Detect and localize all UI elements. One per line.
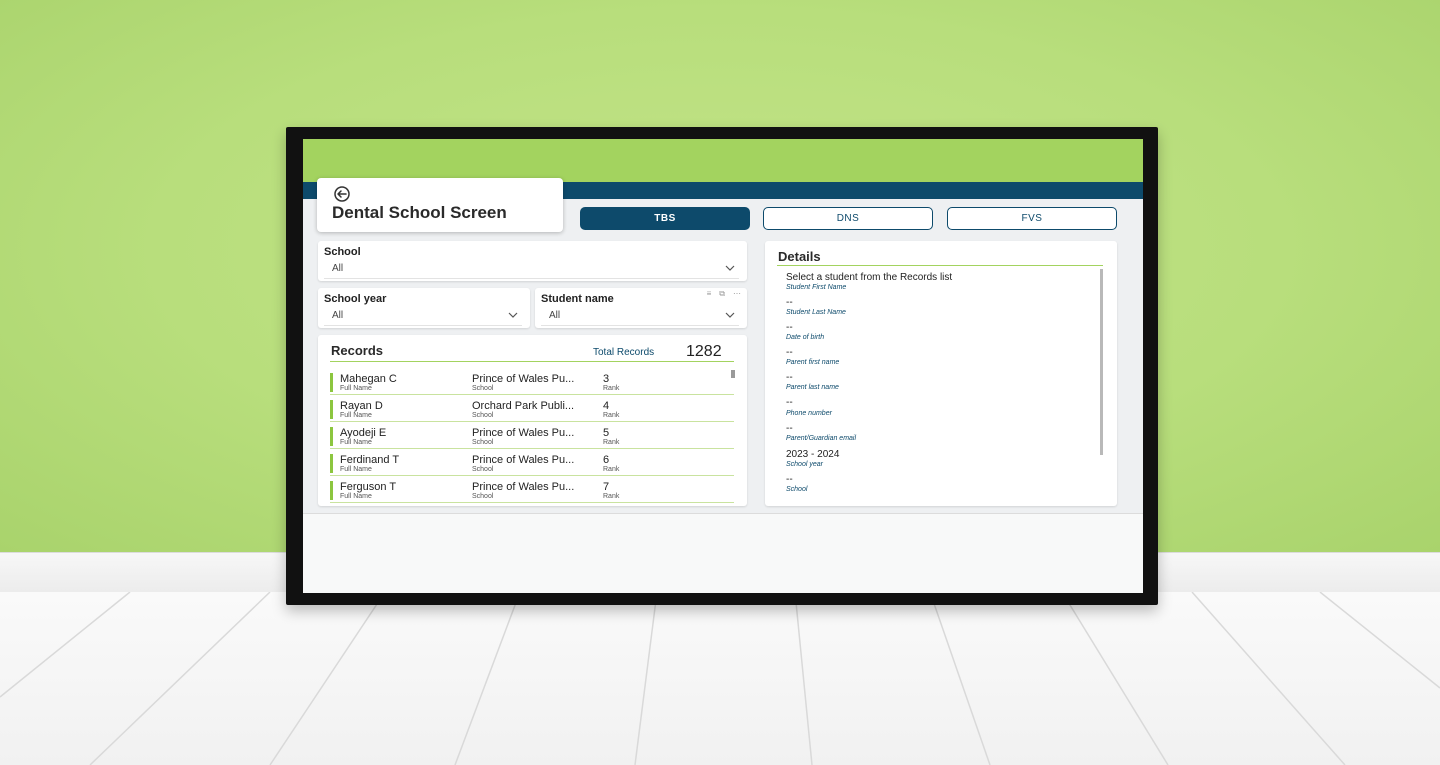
detail-value: -- [786,372,793,383]
focus-mode-icon[interactable]: ⧉ [719,290,725,298]
page-footer-area [303,513,1143,593]
header-green-band [303,139,1143,182]
row-rank: 4 [603,400,610,412]
row-full-name-label: Full Name [340,466,372,473]
row-school: Prince of Wales Pu... [472,373,575,385]
school-year-filter-label: School year [324,293,387,305]
school-dropdown[interactable]: All [324,259,739,279]
more-options-icon[interactable]: ⋯ [733,290,741,298]
detail-label-student-first-name: Student First Name [786,284,847,291]
total-records-label: Total Records [593,347,655,358]
table-row[interactable]: Ferdinand T Full Name Prince of Wales Pu… [330,452,734,476]
floor-planks [0,592,1440,765]
row-school-label: School [472,439,494,446]
detail-value: Select a student from the Records list [786,272,953,283]
row-full-name: Mahegan C [340,373,397,385]
table-row[interactable]: Mahegan C Full Name Prince of Wales Pu..… [330,371,734,395]
records-divider [330,361,734,362]
filter-icon[interactable]: ≡ [707,290,712,298]
student-name-dropdown[interactable]: All [541,306,739,326]
row-rank-label: Rank [603,466,620,473]
school-filter-label: School [324,246,361,258]
row-full-name-label: Full Name [340,493,372,500]
total-records-value: 1282 [686,343,722,360]
detail-label-school-year: School year [786,461,823,468]
detail-label-parent-guardian-email: Parent/Guardian email [786,435,857,442]
row-rank-label: Rank [603,385,620,392]
row-school: Prince of Wales Pu... [472,481,575,493]
tab-dns[interactable]: DNS [763,207,933,230]
row-school-label: School [472,412,494,419]
school-dropdown-value: All [332,263,344,274]
page-title: Dental School Screen [332,203,507,222]
row-accent [330,373,333,392]
details-card: Details Select a student from the Record… [765,241,1117,506]
detail-value: -- [786,297,793,308]
row-school: Orchard Park Publi... [472,400,575,412]
row-full-name-label: Full Name [340,439,372,446]
detail-label-parent-first-name: Parent first name [786,359,840,366]
school-year-dropdown-value: All [332,310,344,321]
row-rank: 3 [603,373,610,385]
row-rank-label: Rank [603,439,620,446]
title-card: Dental School Screen [317,178,563,232]
row-rank: 7 [603,481,610,493]
row-rank: 6 [603,454,610,466]
row-full-name: Ayodeji E [340,427,387,439]
detail-value: -- [786,474,793,485]
tab-fvs[interactable]: FVS [947,207,1117,230]
school-year-filter: School year All [318,288,530,328]
row-full-name-label: Full Name [340,412,372,419]
chevron-down-icon [725,312,735,318]
chevron-down-icon [725,265,735,271]
school-year-dropdown[interactable]: All [324,306,522,326]
detail-value: 2023 - 2024 [786,449,840,460]
row-accent [330,454,333,473]
row-school-label: School [472,466,494,473]
detail-value: -- [786,347,793,358]
chevron-down-icon [508,312,518,318]
row-accent [330,427,333,446]
app-screen: Dental School Screen TBS DNS FVS School … [303,139,1143,593]
row-full-name-label: Full Name [340,385,372,392]
detail-label-parent-last-name: Parent last name [786,384,839,391]
table-row[interactable]: Rayan D Full Name Orchard Park Publi... … [330,398,734,422]
back-arrow-icon[interactable] [333,186,351,202]
detail-value: -- [786,397,793,408]
student-name-dropdown-value: All [549,310,561,321]
details-scrollbar[interactable] [1100,269,1103,455]
student-name-filter-label: Student name [541,293,614,305]
records-card: Records Total Records 1282 Mahegan C Ful… [318,335,747,506]
table-row[interactable]: Ferguson T Full Name Prince of Wales Pu.… [330,479,734,503]
details-title: Details [778,249,821,264]
row-full-name: Ferdinand T [340,454,400,466]
floor [0,592,1440,765]
details-divider [777,265,1103,266]
tab-tbs[interactable]: TBS [580,207,750,230]
row-school-label: School [472,385,494,392]
row-school-label: School [472,493,494,500]
detail-label-student-last-name: Student Last Name [786,309,846,316]
student-name-filter: ≡ ⧉ ⋯ Student name All [535,288,747,328]
row-rank-label: Rank [603,493,620,500]
row-full-name: Ferguson T [340,481,397,493]
detail-label-date-of-birth: Date of birth [786,334,825,341]
detail-label-phone-number: Phone number [786,410,832,417]
row-accent [330,400,333,419]
detail-value: -- [786,423,793,434]
row-rank-label: Rank [603,412,620,419]
visual-header-tools: ≡ ⧉ ⋯ [707,290,741,298]
detail-value: -- [786,322,793,333]
row-accent [330,481,333,500]
school-filter: School All [318,241,747,281]
table-row[interactable]: Ayodeji E Full Name Prince of Wales Pu..… [330,425,734,449]
detail-label-school: School [786,486,808,493]
records-title: Records [331,343,384,358]
row-school: Prince of Wales Pu... [472,454,575,466]
row-school: Prince of Wales Pu... [472,427,575,439]
row-rank: 5 [603,427,610,439]
row-full-name: Rayan D [340,400,383,412]
